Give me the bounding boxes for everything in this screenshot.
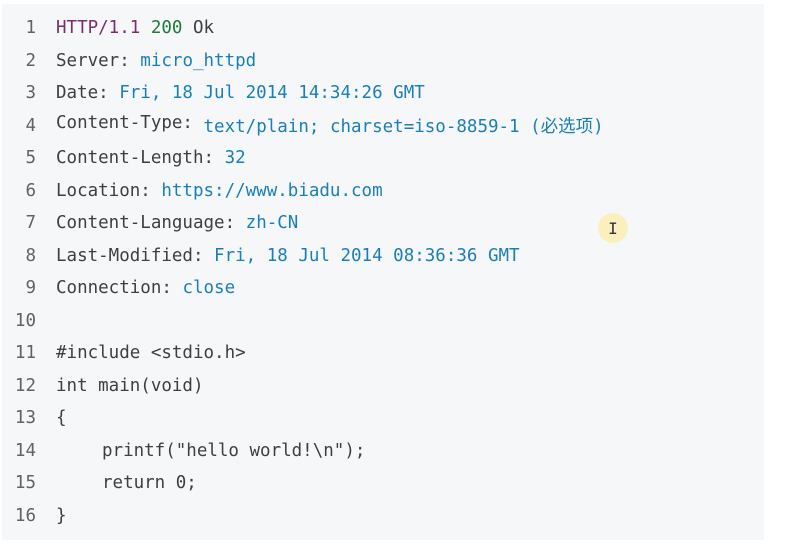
code-line-2: 2 Server: micro_httpd bbox=[2, 45, 764, 78]
line-number: 6 bbox=[25, 180, 36, 201]
header-key: Date: bbox=[56, 83, 120, 104]
header-value: zh-CN bbox=[245, 213, 299, 234]
line-number: 9 bbox=[25, 278, 36, 299]
line-number: 13 bbox=[14, 408, 36, 429]
line-number: 15 bbox=[14, 473, 36, 494]
header-value: Fri, 18 Jul 2014 08:36:36 GMT bbox=[214, 245, 520, 266]
line-number: 12 bbox=[14, 375, 36, 396]
code-line-6: 6 Location: https://www.biadu.com bbox=[2, 175, 764, 208]
code-line-8: 8 Last-Modified: Fri, 18 Jul 2014 08:36:… bbox=[2, 240, 764, 273]
line-number: 16 bbox=[14, 505, 36, 526]
header-key: Server: bbox=[56, 50, 141, 71]
header-value: text/plain; charset=iso-8859-1 (必选项) bbox=[203, 117, 604, 138]
code-block[interactable]: 1 HTTP/1.1 200 Ok 2 Server: micro_httpd … bbox=[2, 4, 764, 540]
line-number: 2 bbox=[25, 50, 36, 71]
header-key: Content-Length: bbox=[56, 148, 225, 169]
http-version: HTTP/1.1 bbox=[56, 18, 151, 39]
line-number: 14 bbox=[14, 440, 36, 461]
status-code: 200 bbox=[150, 18, 183, 39]
code-text: #include <stdio.h> bbox=[56, 343, 246, 364]
header-value: close bbox=[182, 278, 236, 299]
code-text: return 0; bbox=[102, 473, 197, 494]
code-line-1: 1 HTTP/1.1 200 Ok bbox=[2, 12, 764, 45]
text-cursor-icon: I bbox=[598, 213, 628, 243]
code-line-3: 3 Date: Fri, 18 Jul 2014 14:34:26 GMT bbox=[2, 77, 764, 110]
cursor-glyph: I bbox=[608, 218, 618, 238]
code-line-14: 14 printf("hello world!\n"); bbox=[2, 435, 764, 468]
header-key: Connection: bbox=[56, 278, 183, 299]
code-text: int main(void) bbox=[56, 375, 204, 396]
line-number: 4 bbox=[25, 115, 36, 136]
header-value: Fri, 18 Jul 2014 14:34:26 GMT bbox=[119, 83, 425, 104]
header-key: Last-Modified: bbox=[56, 245, 215, 266]
code-line-11: 11 #include <stdio.h> bbox=[2, 337, 764, 370]
line-number: 7 bbox=[25, 213, 36, 234]
code-line-5: 5 Content-Length: 32 bbox=[2, 142, 764, 175]
header-value: micro_httpd bbox=[140, 50, 257, 71]
line-number: 5 bbox=[25, 148, 36, 169]
code-line-12: 12 int main(void) bbox=[2, 370, 764, 403]
line-number: 1 bbox=[25, 18, 36, 39]
line-number: 11 bbox=[14, 343, 36, 364]
header-key: Content-Language: bbox=[56, 213, 246, 234]
line-number: 8 bbox=[25, 245, 36, 266]
header-key: Location: bbox=[56, 180, 162, 201]
status-text: Ok bbox=[182, 18, 215, 39]
code-line-16: 16 } bbox=[2, 500, 764, 533]
code-line-10: 10 bbox=[2, 305, 764, 338]
code-line-7: 7 Content-Language: zh-CN bbox=[2, 207, 764, 240]
code-text: printf("hello world!\n"); bbox=[102, 440, 366, 461]
code-line-9: 9 Connection: close bbox=[2, 272, 764, 305]
line-number: 10 bbox=[14, 310, 36, 331]
code-text: } bbox=[56, 505, 67, 526]
header-value: 32 bbox=[224, 148, 246, 169]
header-key: Content-Type: bbox=[56, 113, 204, 134]
code-line-15: 15 return 0; bbox=[2, 467, 764, 500]
code-text: { bbox=[56, 408, 67, 429]
header-value: https://www.biadu.com bbox=[161, 180, 383, 201]
line-number: 3 bbox=[25, 83, 36, 104]
code-line-13: 13 { bbox=[2, 402, 764, 435]
code-line-4: 4 Content-Type: text/plain; charset=iso-… bbox=[2, 110, 764, 143]
